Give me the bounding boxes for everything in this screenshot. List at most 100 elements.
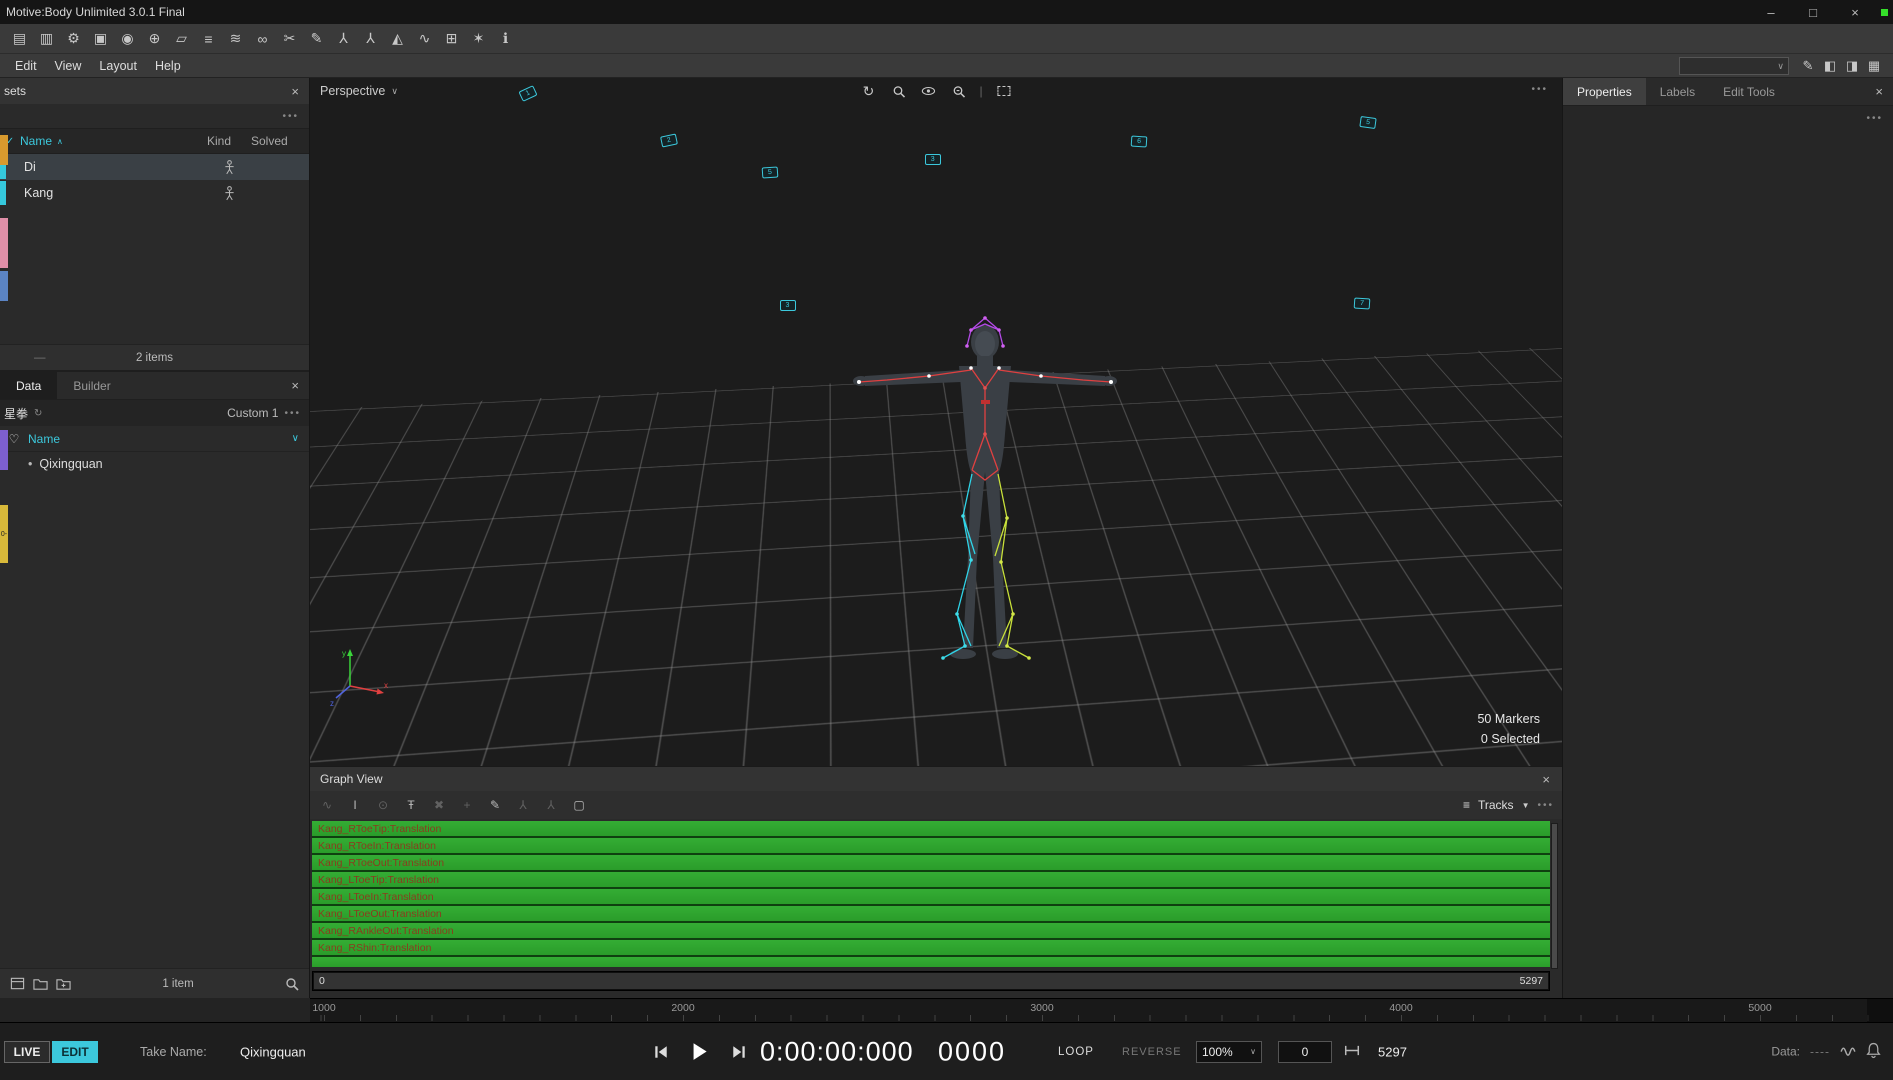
graph-range-bar[interactable]: 0 5297 <box>312 971 1550 991</box>
track-row[interactable]: Kang_RToeOut:Translation <box>312 855 1550 872</box>
camera-marker[interactable]: 2 <box>660 134 678 148</box>
track-row[interactable]: Kang_RToeIn:Translation <box>312 838 1550 855</box>
takes-column-name[interactable]: Name <box>28 432 292 446</box>
panel-tab[interactable]: Labels <box>1646 78 1709 105</box>
chevron-down-icon[interactable]: ∨ <box>292 433 309 444</box>
notifications-bell-icon[interactable] <box>1866 1042 1881 1061</box>
streaming-icon[interactable]: ≋ <box>222 27 249 51</box>
zoom-icon[interactable] <box>889 82 907 100</box>
draw-key-icon[interactable]: ✎ <box>486 796 504 814</box>
resize-handle[interactable]: — <box>34 352 46 364</box>
scrollbar-thumb[interactable] <box>1552 824 1557 968</box>
rigid-body-icon[interactable]: ◭ <box>384 27 411 51</box>
track-row[interactable]: Kang_LToeTip:Translation <box>312 872 1550 889</box>
camera-icon[interactable]: ◉ <box>114 27 141 51</box>
view-mode-dropdown[interactable]: Perspective ∨ <box>310 84 398 98</box>
labeling-icon[interactable]: ⅄ <box>330 27 357 51</box>
menu-item[interactable]: View <box>46 54 91 77</box>
camera-marker[interactable]: 3 <box>925 154 941 165</box>
edit-mode-button[interactable]: EDIT <box>52 1041 98 1063</box>
marker-track-icon[interactable]: ⅄ <box>514 796 532 814</box>
tracks-dropdown[interactable]: ≡ Tracks ▼ ••• <box>1463 798 1554 812</box>
zoom-fit-icon[interactable] <box>949 82 967 100</box>
take-name-value[interactable]: Qixingquan <box>240 1044 306 1059</box>
track-row[interactable]: Kang_RToeTip:Translation <box>312 821 1550 838</box>
asset-row[interactable]: Di <box>0 154 309 180</box>
folder-icon[interactable] <box>33 976 48 991</box>
live-mode-button[interactable]: LIVE <box>4 1041 50 1063</box>
close-icon[interactable]: × <box>1873 78 1885 105</box>
play-button[interactable] <box>688 1041 710 1063</box>
panel-tab[interactable]: Builder <box>57 372 126 399</box>
overflow-menu-icon[interactable]: ••• <box>284 408 301 419</box>
orbit-icon[interactable]: ↻ <box>859 82 877 100</box>
trim-icon[interactable]: ✂ <box>276 27 303 51</box>
graphs-icon[interactable]: ∿ <box>411 27 438 51</box>
box-select-icon[interactable]: ▢ <box>570 796 588 814</box>
camera-marker[interactable]: 5 <box>1360 116 1377 129</box>
autoscale-lock-icon[interactable]: Ŧ <box>402 796 420 814</box>
playback-speed-select[interactable]: 100% ∨ <box>1196 1041 1262 1063</box>
overflow-menu-icon[interactable]: ••• <box>282 111 299 122</box>
layout-split-icon[interactable]: ◨ <box>1841 56 1863 76</box>
signal-wave-icon[interactable] <box>1840 1042 1856 1061</box>
overflow-menu-icon[interactable]: ••• <box>1537 800 1554 811</box>
eye-icon[interactable] <box>919 82 937 100</box>
minimize-button[interactable]: – <box>1750 0 1792 24</box>
skip-start-button[interactable] <box>650 1041 672 1063</box>
refresh-icon[interactable]: ↻ <box>34 408 42 419</box>
close-icon[interactable]: × <box>289 84 301 99</box>
menu-item[interactable]: Layout <box>90 54 146 77</box>
panel-tab[interactable]: Data <box>0 372 57 399</box>
calibration-icon[interactable]: ⊕ <box>141 27 168 51</box>
zoom-range-icon[interactable]: ⊙ <box>374 796 392 814</box>
skip-end-button[interactable] <box>728 1041 750 1063</box>
panel-tab[interactable]: Edit Tools <box>1709 78 1789 105</box>
camera-marker[interactable]: 6 <box>1131 136 1148 148</box>
folder-plus-icon[interactable] <box>56 976 71 991</box>
viewport-3d[interactable]: Perspective ∨ ↻ | ••• <box>310 78 1562 766</box>
close-icon[interactable]: × <box>1540 772 1552 787</box>
camera-marker[interactable]: 3 <box>780 300 796 311</box>
add-key-icon[interactable]: + <box>458 796 476 814</box>
frame-badge-icon[interactable]: ⊞ <box>438 27 465 51</box>
value-track-icon[interactable]: Ι <box>346 796 364 814</box>
layout-grid-icon[interactable]: ▦ <box>1863 56 1885 76</box>
sparkle-icon[interactable]: ✶ <box>465 27 492 51</box>
layers-icon[interactable]: ≡ <box>195 27 222 51</box>
track-row[interactable]: Kang_LToeIn:Translation <box>312 889 1550 906</box>
close-button[interactable]: × <box>1834 0 1876 24</box>
edit-icon[interactable]: ✎ <box>303 27 330 51</box>
menu-item[interactable]: Edit <box>6 54 46 77</box>
info-icon[interactable]: ℹ <box>492 27 519 51</box>
timeline-ruler[interactable]: 10002000300040005000 <box>310 998 1893 1022</box>
layout-select[interactable]: ∨ <box>1679 57 1789 75</box>
track-row[interactable]: Kang_RShin:Translation <box>312 940 1550 957</box>
loop-toggle[interactable]: LOOP <box>1058 1046 1094 1058</box>
edit-layout-icon[interactable]: ✎ <box>1797 56 1819 76</box>
search-icon[interactable] <box>285 977 299 991</box>
layout-single-icon[interactable]: ◧ <box>1819 56 1841 76</box>
link-icon[interactable]: ∞ <box>249 27 276 51</box>
asset-row[interactable]: Kang <box>0 180 309 206</box>
mocap-actor[interactable] <box>825 316 1145 676</box>
current-frame-input[interactable]: 0 <box>1278 1041 1332 1063</box>
ground-plane-icon[interactable]: ▱ <box>168 27 195 51</box>
track-row[interactable]: Kang_LToeOut:Translation <box>312 906 1550 923</box>
take-row[interactable]: • Qixingquan <box>0 452 309 476</box>
panel-tab[interactable]: Properties <box>1563 78 1646 105</box>
skeleton-icon[interactable]: ⅄ <box>357 27 384 51</box>
devices-icon[interactable]: ▣ <box>87 27 114 51</box>
camera-marker[interactable]: 5 <box>762 166 779 178</box>
menu-item[interactable]: Help <box>146 54 190 77</box>
close-icon[interactable]: × <box>289 372 301 399</box>
range-thumb[interactable] <box>314 973 1548 989</box>
camera-marker[interactable]: 7 <box>1354 298 1371 310</box>
delete-key-icon[interactable]: ✖ <box>430 796 448 814</box>
track-row[interactable]: Kang_RAnkleOut:Translation <box>312 923 1550 940</box>
favorite-heart-icon[interactable]: ♡ <box>0 432 28 446</box>
session-row[interactable]: 星拳 ↻ Custom 1 ••• <box>0 400 309 426</box>
bone-track-icon[interactable]: ⅄ <box>542 796 560 814</box>
box-select-icon[interactable] <box>995 82 1013 100</box>
column-header-solved[interactable]: Solved <box>251 134 309 148</box>
